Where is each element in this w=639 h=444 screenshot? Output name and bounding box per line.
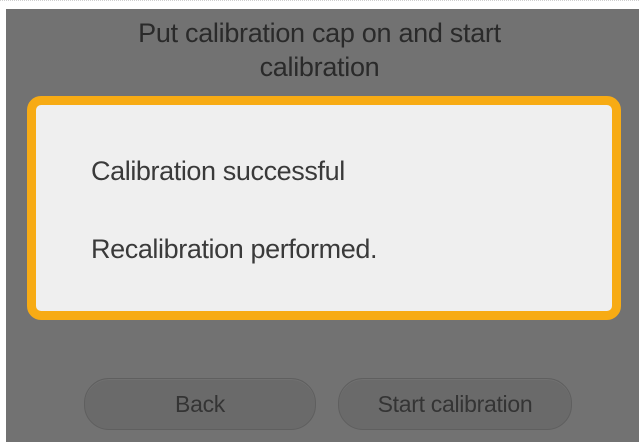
dialog-detail: Recalibration performed. bbox=[91, 234, 378, 264]
back-button[interactable]: Back bbox=[84, 378, 316, 430]
start-calibration-button[interactable]: Start calibration bbox=[338, 378, 572, 430]
calibration-instruction: Put calibration cap on and start calibra… bbox=[60, 16, 579, 84]
left-edge bbox=[0, 8, 6, 444]
dialog-message: Calibration successful bbox=[91, 156, 345, 186]
instruction-line-2: calibration bbox=[259, 52, 380, 82]
instruction-line-1: Put calibration cap on and start bbox=[138, 18, 501, 48]
calibration-result-dialog: Calibration successful Recalibration per… bbox=[27, 96, 621, 320]
calibration-screen: Put calibration cap on and start calibra… bbox=[0, 0, 639, 444]
